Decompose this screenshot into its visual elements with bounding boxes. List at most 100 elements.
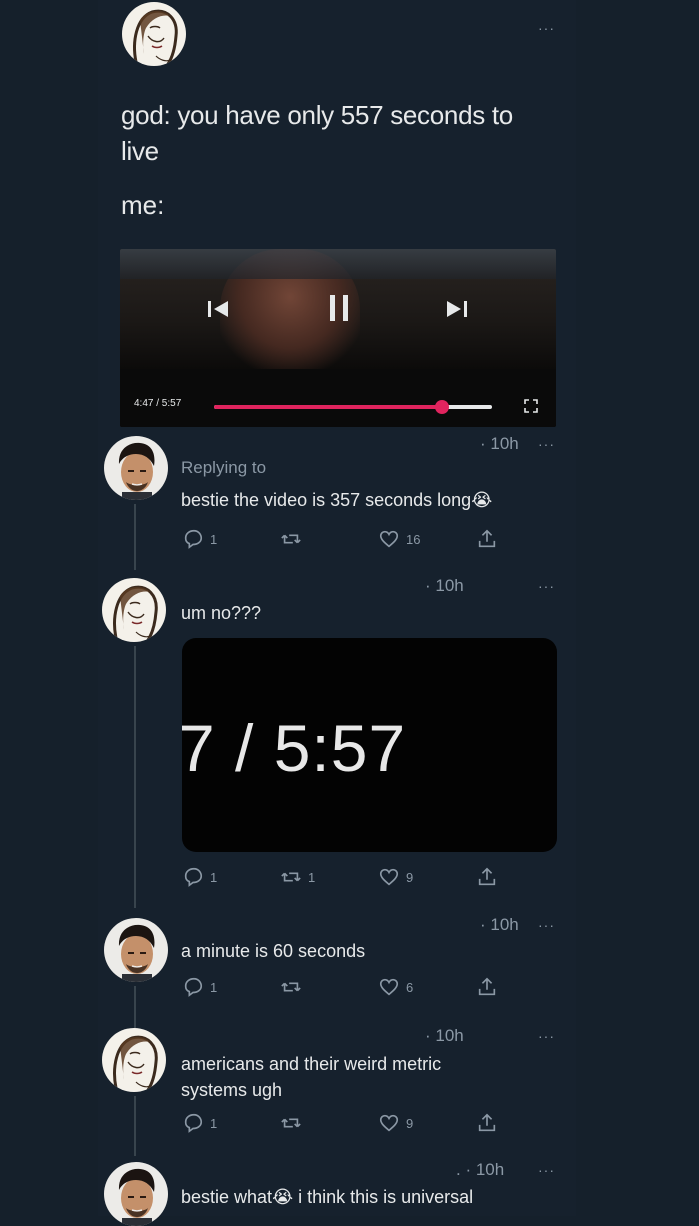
video-progress-fill [214,405,442,409]
share-icon [478,529,496,548]
more-options-button[interactable]: ··· [538,436,555,452]
crying-face-emoji-icon: 😭 [471,490,493,510]
heart-icon [379,868,399,886]
tweet-timestamp[interactable]: · 10h [425,576,464,596]
avatar-sketch-icon [102,1028,166,1092]
avatar-man-icon [104,1162,168,1226]
retweet-icon [281,534,301,544]
tweet-text: um no??? [181,603,262,623]
video-player[interactable]: 4:47 / 5:57 [120,249,556,427]
tweet-text-line: systems ugh [181,1080,283,1100]
reply-count: 1 [210,531,218,547]
video-progress-knob[interactable] [434,400,449,414]
video-controls-bar [120,369,556,427]
image-time-text: 7 / 5:57 [182,711,407,785]
reply-button[interactable]: 1 [182,976,280,998]
user-avatar[interactable] [102,1028,166,1092]
like-count: 9 [406,869,414,885]
like-count: 6 [406,979,414,995]
avatar-sketch-icon [122,2,186,66]
tweet-actions: 1 1 9 [182,864,574,890]
skip-back-icon[interactable] [206,299,232,319]
share-button[interactable] [476,866,574,888]
tweet-actions: 1 16 [182,526,574,552]
tweet-text: americans and their weird metric systems… [181,1051,441,1103]
tweet-image[interactable]: 7 / 5:57 [182,638,557,852]
video-time-label: 4:47 / 5:57 [134,398,182,409]
tweet-actions: 1 9 [182,1110,574,1136]
reply-count: 1 [210,979,218,995]
tweet-text: bestie what😭 i think this is universal [181,1187,473,1208]
reply-button[interactable]: 1 [182,528,280,550]
reply-button[interactable]: 1 [182,1112,280,1134]
tweet-text-line: live [121,136,159,166]
share-button[interactable] [476,1112,574,1134]
like-button[interactable]: 9 [378,1112,476,1134]
reply-icon [184,1113,203,1133]
crying-face-emoji-icon: 😭 [272,1187,294,1207]
tweet-text-body: bestie the video is 357 seconds long [181,490,472,510]
retweet-button[interactable] [280,976,378,998]
avatar-man-icon [104,436,168,500]
user-avatar[interactable] [104,1162,168,1226]
more-options-button[interactable]: ··· [538,578,555,594]
more-options-button[interactable]: ··· [538,917,555,933]
heart-icon [379,978,399,996]
fullscreen-icon[interactable] [524,399,538,413]
reply-icon [184,529,203,549]
tweet-text-line: americans and their weird metric [181,1054,442,1074]
tweet-text-line: god: you have only 557 seconds to [121,100,513,130]
like-button[interactable]: 16 [378,528,476,550]
video-sky [120,249,556,279]
reply-icon [184,977,203,997]
retweet-count: 1 [308,869,316,885]
thread-line [134,646,136,908]
tweet-timestamp[interactable]: · 10h [480,915,519,935]
thread-line [134,1096,136,1156]
tweet-text-body: bestie what [181,1187,273,1207]
thread-line [134,504,136,570]
reply-icon [184,867,203,887]
retweet-icon [281,1118,301,1128]
reply-button[interactable]: 1 [182,866,280,888]
thread-line [134,986,136,1030]
tweet-text-me: me: [121,190,165,220]
tweet-timestamp[interactable]: . · 10h [456,1160,504,1180]
share-icon [478,867,496,886]
user-avatar[interactable] [102,578,166,642]
avatar-man-icon [104,918,168,982]
retweet-icon [281,982,301,992]
share-icon [478,1113,496,1132]
retweet-button[interactable] [280,528,378,550]
timeline-column [98,0,576,1216]
more-options-button[interactable]: ··· [538,1162,555,1178]
share-icon [478,977,496,996]
tweet-text-body: i think this is universal [293,1187,474,1207]
like-button[interactable]: 9 [378,866,476,888]
skip-forward-icon[interactable] [443,299,469,319]
video-progress-track[interactable] [214,400,492,414]
like-count: 16 [406,531,421,547]
avatar-sketch-icon [102,578,166,642]
tweet-timestamp[interactable]: · 10h [425,1026,464,1046]
retweet-button[interactable] [280,1112,378,1134]
tweet-text: bestie the video is 357 seconds long😭 [181,490,492,511]
like-button[interactable]: 6 [378,976,476,998]
reply-count: 1 [210,1115,218,1131]
replying-to-label: Replying to [181,458,267,477]
user-avatar[interactable] [122,2,186,66]
tweet-timestamp[interactable]: · 10h [480,434,519,454]
retweet-button[interactable]: 1 [280,866,378,888]
more-options-button[interactable]: ··· [538,1028,555,1044]
retweet-icon [281,872,301,882]
heart-icon [379,530,399,548]
user-avatar[interactable] [104,436,168,500]
share-button[interactable] [476,976,574,998]
heart-icon [379,1114,399,1132]
more-options-button[interactable]: ··· [538,20,555,36]
user-avatar[interactable] [104,918,168,982]
pause-icon[interactable] [325,293,353,323]
tweet-text: god: you have only 557 seconds to live [121,97,513,169]
share-button[interactable] [476,528,574,550]
tweet-actions: 1 6 [182,974,574,1000]
